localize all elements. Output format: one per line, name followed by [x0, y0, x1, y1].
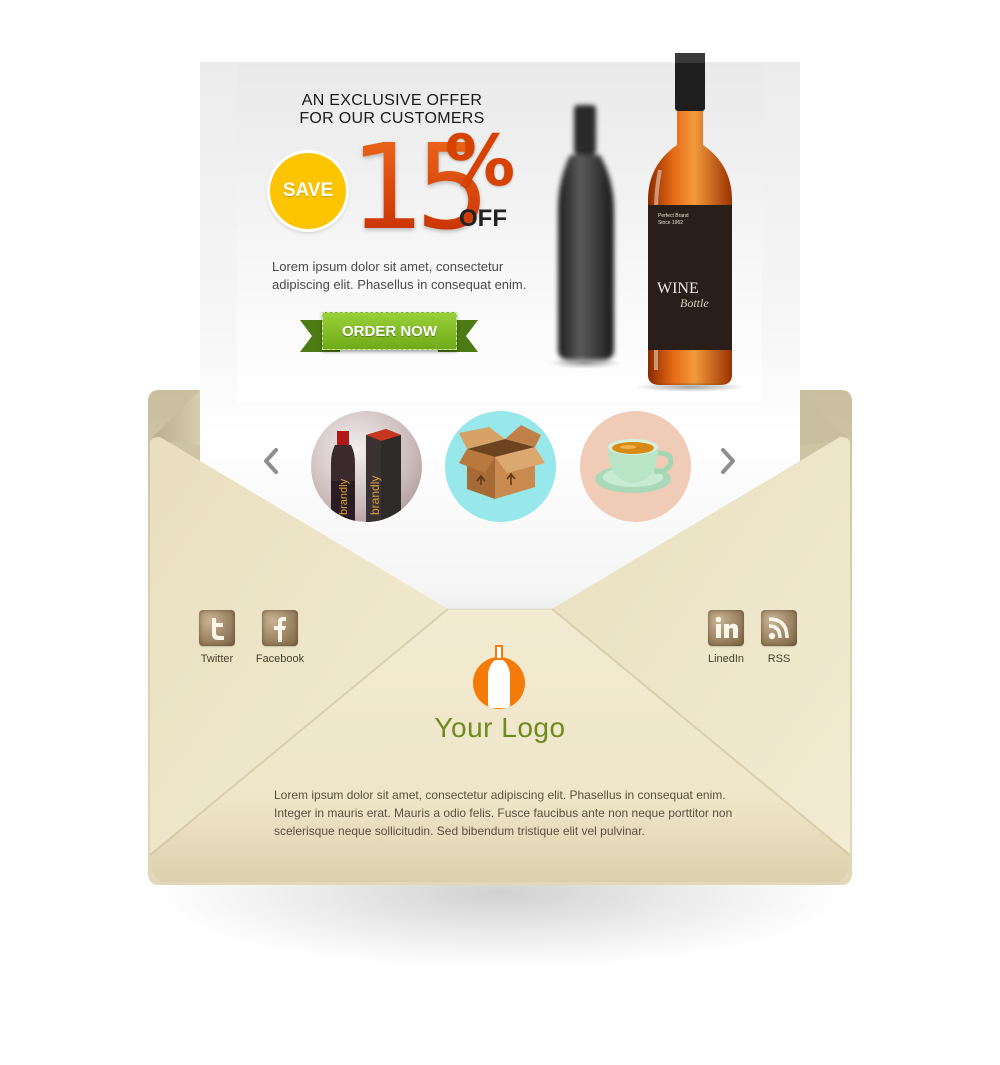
linkedin-icon: [708, 610, 744, 646]
offer-description-line2: adipiscing elit. Phasellus in consequat …: [272, 277, 527, 292]
wine-box-label-1: brandly: [338, 478, 350, 515]
facebook-icon: [262, 610, 298, 646]
carousel-next-arrow[interactable]: [719, 447, 737, 475]
bottle-label-small-line1: Perfect Brand: [658, 213, 689, 219]
envelope-shadow: [150, 880, 850, 970]
facebook-label: Facebook: [255, 653, 305, 665]
rss-label: RSS: [767, 653, 791, 665]
bottle-logo-icon: [473, 645, 525, 709]
twitter-icon: [199, 610, 235, 646]
wine-bottles-image: Perfect Brand Since 1962 WINE Bottle: [549, 53, 745, 392]
bottle-label-script: Bottle: [680, 296, 709, 310]
offer-headline-line1: AN EXCLUSIVE OFFER: [301, 92, 483, 109]
twitter-label: Twitter: [200, 653, 234, 665]
footer-text-line3: scelerisque neque sollicitudin. Sed bibe…: [274, 824, 645, 838]
offer-description: Lorem ipsum dolor sit amet, consectetur …: [272, 258, 542, 294]
rss-icon: [761, 610, 797, 646]
bottle-label-small-line2: Since 1962: [658, 220, 683, 226]
save-badge-label: SAVE: [282, 180, 334, 201]
rss-link[interactable]: RSS: [749, 610, 809, 665]
blurred-bottle: [558, 105, 614, 360]
discount-suffix: OFF: [459, 205, 507, 232]
email-template: AN EXCLUSIVE OFFER FOR OUR CUSTOMERS SAV…: [0, 0, 1000, 1065]
carousel-item-wine-box[interactable]: brandly brandly: [311, 411, 422, 522]
carousel-prev-arrow[interactable]: [262, 447, 280, 475]
twitter-link[interactable]: Twitter: [187, 610, 247, 665]
carousel-item-box[interactable]: [445, 411, 556, 522]
footer-text: Lorem ipsum dolor sit amet, consectetur …: [274, 786, 744, 840]
order-now-button[interactable]: ORDER NOW: [322, 312, 457, 350]
linkedin-link[interactable]: LinedIn: [696, 610, 756, 665]
logo-text: Your Logo: [434, 712, 566, 743]
brand-logo[interactable]: Your Logo: [420, 640, 580, 750]
offer-description-line1: Lorem ipsum dolor sit amet, consectetur: [272, 259, 504, 274]
save-badge: SAVE: [270, 153, 346, 229]
tea-cup-icon: [595, 439, 674, 493]
wine-box-icon: brandly brandly: [331, 429, 401, 522]
facebook-link[interactable]: Facebook: [250, 610, 310, 665]
bottle-label-title: WINE: [657, 280, 699, 297]
footer-text-line1: Lorem ipsum dolor sit amet, consectetur …: [274, 788, 726, 802]
footer-text-line2: Integer in mauris erat. Mauris a odio fe…: [274, 806, 733, 820]
carousel-item-tea[interactable]: [580, 411, 691, 522]
wine-box-label-2: brandly: [368, 476, 382, 515]
cardboard-box-icon: [459, 425, 545, 499]
discount-percent-symbol: %: [445, 120, 516, 202]
linkedin-label: LinedIn: [707, 653, 745, 665]
